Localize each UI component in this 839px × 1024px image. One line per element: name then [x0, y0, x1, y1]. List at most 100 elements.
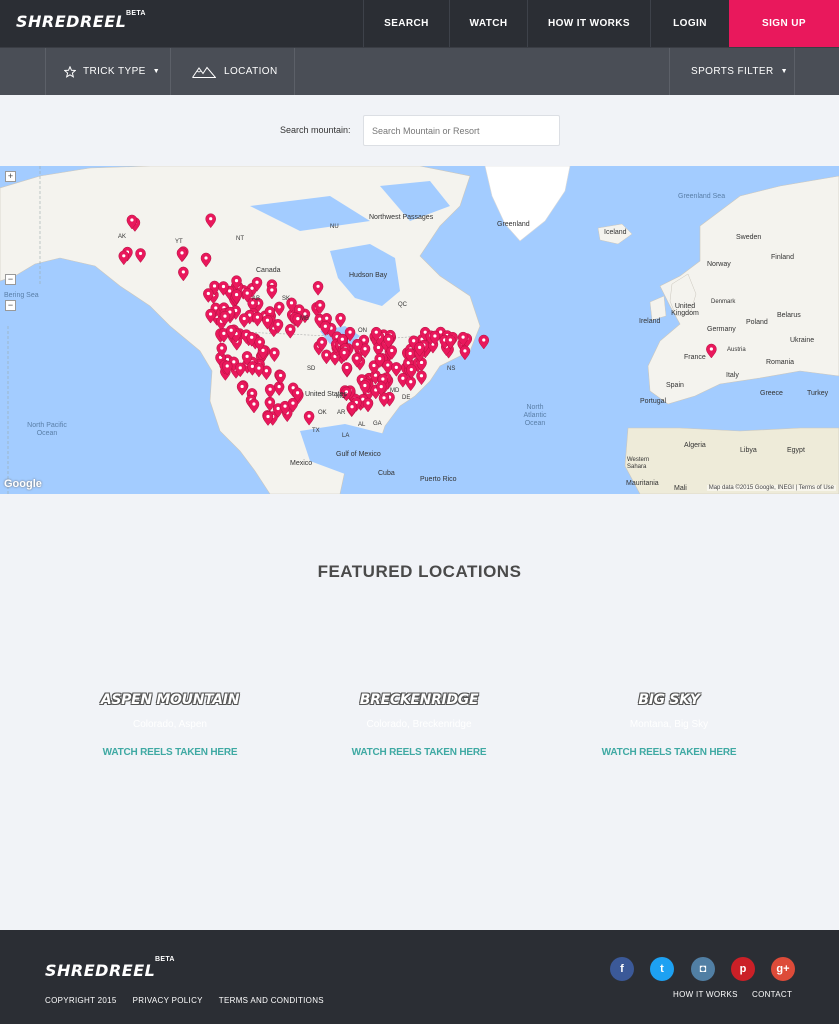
marker-dot	[340, 337, 344, 341]
marker-dot	[363, 383, 367, 388]
footer-contact-link[interactable]: CONTACT	[752, 990, 792, 999]
nav-how-it-works[interactable]: HOW IT WORKS	[527, 0, 650, 47]
pinterest-icon[interactable]: p	[731, 957, 755, 981]
marker-dot	[381, 377, 385, 381]
map-label: Northwest Passages	[369, 214, 434, 221]
marker-dot	[355, 356, 359, 360]
marker-dot	[222, 331, 226, 335]
terms-link[interactable]: TERMS AND CONDITIONS	[219, 996, 324, 1005]
marker-dot	[276, 322, 280, 326]
marker-dot	[379, 384, 383, 389]
location-subtitle: Montana, Big Sky	[629, 719, 709, 730]
zoom-in-button[interactable]: +	[5, 171, 16, 182]
marker-dot	[295, 391, 300, 395]
watch-reels-link[interactable]: WATCH REELS TAKEN HERE	[319, 747, 519, 758]
marker-dot	[382, 396, 386, 400]
map-label: Greenland	[497, 221, 530, 228]
map-attribution: Map data ©2015 Google, INEGI | Terms of …	[706, 485, 836, 491]
region-label: GA	[373, 421, 382, 427]
map-label: Sweden	[736, 234, 762, 241]
twitter-icon[interactable]: t	[650, 957, 674, 981]
footer-how-it-works-link[interactable]: HOW IT WORKS	[673, 990, 738, 999]
marker-dot	[250, 391, 254, 395]
marker-dot	[338, 316, 343, 320]
watch-reels-link[interactable]: WATCH REELS TAKEN HERE	[70, 747, 270, 758]
footer-logo[interactable]: SHREDREEL BETA	[45, 956, 174, 981]
marker-dot	[209, 217, 213, 221]
map-label: Denmark	[711, 299, 736, 305]
featured-location-card: BIG SKY Montana, Big Sky WATCH REELS TAK…	[569, 692, 769, 758]
privacy-policy-link[interactable]: PRIVACY POLICY	[133, 996, 203, 1005]
marker-dot	[242, 316, 246, 321]
google-logo: Google	[4, 478, 42, 490]
nav-login[interactable]: LOGIN	[650, 0, 729, 47]
zoom-out-button[interactable]: −	[5, 300, 16, 311]
marker-dot	[204, 256, 208, 260]
map-label: Mexico	[290, 460, 313, 467]
nav-search[interactable]: SEARCH	[363, 0, 449, 47]
map-label: Mauritania	[626, 480, 659, 487]
divider	[170, 48, 171, 95]
search-mountain-label: Search mountain:	[280, 125, 351, 135]
filter-bar: TRICK TYPE ▼ LOCATION SPORTS FILTER ▼	[0, 47, 839, 95]
marker-dot	[419, 360, 424, 365]
marker-dot	[412, 339, 416, 343]
terms-of-use-link[interactable]: Terms of Use	[799, 485, 834, 491]
marker-dot	[303, 312, 307, 316]
search-mountain-input[interactable]	[363, 115, 560, 146]
resort-map[interactable]: Greenland Iceland Canada Hudson Bay Nort…	[0, 166, 839, 494]
marker-dot	[277, 384, 281, 389]
shredreel-logo[interactable]: SHREDREEL BETA	[16, 10, 145, 36]
divider	[794, 48, 795, 95]
nav-signup-button[interactable]: SIGN UP	[729, 0, 839, 47]
marker-dot	[363, 347, 367, 351]
map-label: Portugal	[640, 398, 667, 405]
marker-dot	[297, 307, 301, 312]
greenland-ice	[484, 166, 571, 242]
mediterranean-water	[660, 396, 839, 428]
marker-dot	[229, 328, 233, 332]
marker-dot	[345, 365, 349, 370]
marker-dot	[418, 345, 422, 349]
marker-dot	[350, 405, 354, 409]
marker-dot	[372, 363, 376, 368]
location-subtitle: Colorado, Breckenridge	[366, 719, 472, 730]
marker-dot	[355, 342, 359, 346]
watch-reels-link[interactable]: WATCH REELS TAKEN HERE	[569, 747, 769, 758]
marker-dot	[482, 338, 486, 342]
trick-type-filter[interactable]: TRICK TYPE ▼	[64, 48, 160, 95]
marker-dot	[221, 284, 226, 289]
instagram-icon[interactable]: ◘	[691, 957, 715, 981]
resort-marker-icon	[478, 334, 490, 350]
location-filter[interactable]: LOCATION	[192, 48, 278, 95]
map-label: Germany	[707, 326, 736, 333]
marker-dot	[386, 363, 390, 367]
region-label: SK	[282, 296, 291, 302]
divider	[294, 48, 295, 95]
sports-filter[interactable]: SPORTS FILTER ▼	[691, 48, 788, 95]
marker-dot	[234, 279, 239, 283]
marker-dot	[225, 364, 229, 368]
zoom-level-indicator[interactable]: −	[5, 274, 16, 285]
map-label: Ireland	[639, 318, 661, 325]
marker-dot	[348, 330, 352, 334]
facebook-icon[interactable]: f	[610, 957, 634, 981]
region-label: SD	[307, 366, 316, 372]
google-plus-icon[interactable]: g+	[771, 957, 795, 981]
region-label: NS	[447, 366, 456, 372]
marker-dot	[212, 284, 217, 288]
divider	[45, 48, 46, 95]
marker-dot	[214, 306, 218, 310]
marker-dot	[387, 337, 391, 341]
marker-dot	[291, 401, 295, 405]
nav-watch[interactable]: WATCH	[449, 0, 527, 47]
map-label: Canada	[256, 267, 281, 274]
beta-badge: BETA	[126, 10, 146, 17]
marker-dot	[272, 351, 276, 355]
marker-dot	[206, 291, 210, 296]
marker-dot	[283, 404, 287, 408]
map-label: Belarus	[777, 312, 801, 319]
map-label: France	[684, 354, 706, 361]
map-label: United Kingdom	[671, 303, 699, 317]
marker-dot	[433, 334, 437, 338]
